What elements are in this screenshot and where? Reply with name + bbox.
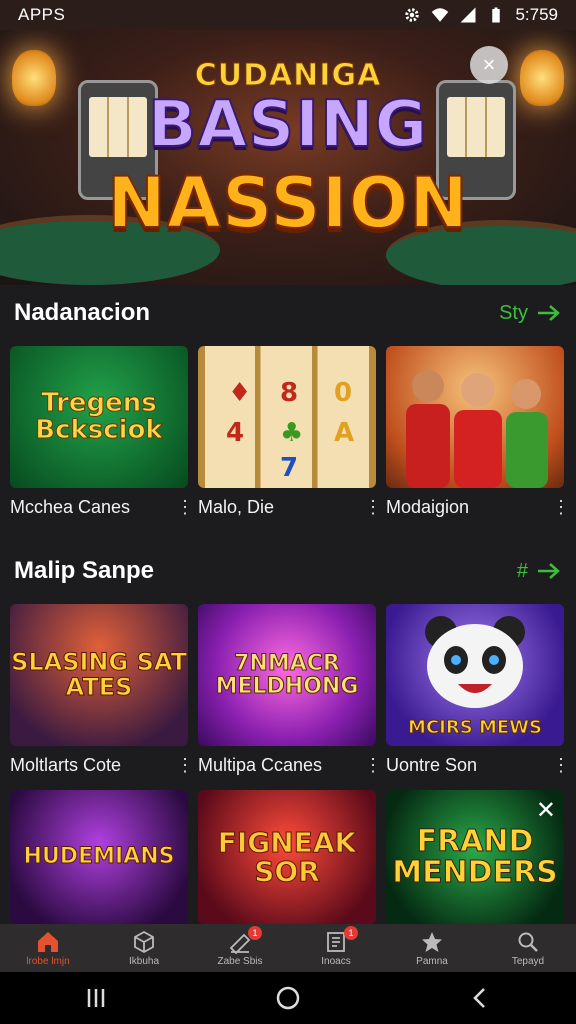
players-image bbox=[406, 370, 548, 488]
nav-label: Tepayd bbox=[511, 955, 545, 967]
game-art-title: MCIRS MEWS bbox=[408, 717, 543, 739]
status-bar: APPS 5:759 bbox=[0, 0, 576, 30]
game-name: Moltlarts Cote bbox=[10, 754, 122, 775]
game-name: Malo, Die bbox=[198, 496, 275, 517]
game-thumbnail[interactable]: HUDEMIANS bbox=[10, 790, 188, 924]
game-card[interactable]: Tregens Bcksciok Mcchea Canes ⋮ bbox=[10, 346, 194, 518]
game-row: HUDEMIANS FIGNEAK SOR FRAND MENDERS ✕ bbox=[10, 790, 566, 924]
nav-item-tickets[interactable]: 1 Zabe Sbis bbox=[192, 925, 288, 967]
game-art-title: SLASING SAT ATES bbox=[11, 647, 188, 701]
clock: 5:759 bbox=[515, 5, 558, 24]
more-options-icon[interactable]: ⋮ bbox=[364, 755, 382, 776]
game-art-title: HUDEMIANS bbox=[23, 844, 175, 870]
nav-item-documents[interactable]: 1 Inoacs bbox=[288, 925, 384, 967]
more-options-icon[interactable]: ⋮ bbox=[552, 497, 570, 518]
game-row: Tregens Bcksciok Mcchea Canes ⋮ ♦ 8 0 4 … bbox=[10, 346, 570, 518]
game-card[interactable]: HUDEMIANS bbox=[10, 790, 188, 924]
game-art-title: FRAND MENDERS bbox=[392, 823, 559, 890]
svg-text:7: 7 bbox=[280, 453, 298, 483]
game-thumbnail[interactable]: FIGNEAK SOR bbox=[198, 790, 376, 924]
section-title: Nadanacion bbox=[14, 299, 151, 326]
see-more-link[interactable]: Sty bbox=[499, 302, 562, 325]
close-icon: × bbox=[482, 52, 496, 77]
game-thumbnail[interactable]: MCIRS MEWS bbox=[386, 604, 564, 746]
game-card[interactable]: SLASING SAT ATES Moltlarts Cote ⋮ bbox=[10, 604, 194, 776]
arrow-right-icon bbox=[538, 563, 560, 579]
recent-apps-icon[interactable] bbox=[84, 986, 108, 1010]
game-card[interactable]: FIGNEAK SOR bbox=[198, 790, 376, 924]
see-more-link[interactable]: # bbox=[517, 560, 562, 583]
svg-text:0: 0 bbox=[334, 378, 352, 408]
svg-text:♣: ♣ bbox=[280, 418, 303, 448]
cube-icon bbox=[134, 930, 154, 953]
nav-label: Inoacs bbox=[321, 955, 351, 967]
star-icon bbox=[422, 931, 442, 952]
see-more-label: # bbox=[516, 559, 528, 582]
see-more-label: Sty bbox=[499, 301, 528, 324]
game-thumbnail[interactable]: ♦ 8 0 4 ♣ A 7 bbox=[198, 346, 376, 488]
svg-text:♦: ♦ bbox=[228, 378, 251, 408]
nav-item-home[interactable]: lrobe lmjn bbox=[0, 930, 96, 967]
more-options-icon[interactable]: ⋮ bbox=[364, 497, 382, 518]
search-icon bbox=[518, 932, 538, 952]
section-header: Nadanacion Sty bbox=[14, 298, 562, 328]
game-thumbnail[interactable] bbox=[386, 346, 564, 488]
hero-banner[interactable]: CUDANIGA BASING NASSION × bbox=[0, 30, 576, 285]
game-name: Mcchea Canes bbox=[10, 496, 131, 517]
home-icon bbox=[38, 931, 58, 952]
close-banner-button[interactable]: × bbox=[470, 46, 508, 84]
signal-icon bbox=[460, 7, 476, 23]
nav-item-search[interactable]: Tepayd bbox=[480, 930, 576, 967]
more-options-icon[interactable]: ⋮ bbox=[176, 497, 194, 518]
close-icon[interactable]: ✕ bbox=[536, 796, 556, 825]
notification-badge: 1 bbox=[344, 925, 358, 940]
game-card[interactable]: Modaigion ⋮ bbox=[386, 346, 570, 518]
game-name: Multipa Ccanes bbox=[198, 754, 323, 775]
nav-item-games[interactable]: Ikbuha bbox=[96, 930, 192, 967]
battery-icon bbox=[492, 7, 501, 23]
game-name: Uontre Son bbox=[386, 754, 478, 775]
game-row: SLASING SAT ATES Moltlarts Cote ⋮ 7NMACR… bbox=[10, 604, 570, 776]
nav-label: lrobe lmjn bbox=[26, 955, 70, 967]
bottom-navigation: lrobe lmjn Ikbuha 1 Zabe Sbis 1 Inoacs P… bbox=[0, 924, 576, 972]
slot-reels-image: ♦ 8 0 4 ♣ A 7 bbox=[226, 378, 354, 483]
game-thumbnail[interactable]: Tregens Bcksciok bbox=[10, 346, 188, 488]
game-art-title: 7NMACR MELDHONG bbox=[215, 650, 359, 699]
hero-title-line2: BASING bbox=[147, 87, 429, 163]
arrow-right-icon bbox=[538, 305, 560, 321]
hero-title-line3: NASSION bbox=[106, 161, 469, 245]
game-art-title: Tregens Bcksciok bbox=[35, 387, 163, 445]
svg-text:4: 4 bbox=[226, 418, 244, 448]
back-icon[interactable] bbox=[468, 986, 492, 1010]
settings-icon bbox=[405, 8, 420, 22]
game-card[interactable]: MCIRS MEWS Uontre Son ⋮ bbox=[386, 604, 570, 776]
nav-label: Ikbuha bbox=[128, 955, 160, 967]
game-thumbnail[interactable]: SLASING SAT ATES bbox=[10, 604, 188, 746]
nav-label: Pamna bbox=[416, 955, 448, 967]
more-options-icon[interactable]: ⋮ bbox=[552, 755, 570, 776]
game-thumbnail[interactable]: 7NMACR MELDHONG bbox=[198, 604, 376, 746]
more-options-icon[interactable]: ⋮ bbox=[176, 755, 194, 776]
section-header: Malip Sanpe # bbox=[14, 556, 562, 586]
system-navigation-bar bbox=[0, 972, 576, 1024]
nav-label: Zabe Sbis bbox=[217, 955, 263, 967]
notification-badge: 1 bbox=[248, 925, 262, 940]
game-card[interactable]: 7NMACR MELDHONG Multipa Ccanes ⋮ bbox=[198, 604, 382, 776]
wifi-icon bbox=[432, 8, 449, 22]
section-title: Malip Sanpe bbox=[14, 557, 155, 584]
game-card[interactable]: ♦ 8 0 4 ♣ A 7 Malo, Die ⋮ bbox=[198, 346, 382, 518]
svg-text:A: A bbox=[334, 418, 354, 448]
carrier-label: APPS bbox=[18, 5, 66, 24]
svg-text:8: 8 bbox=[280, 378, 298, 408]
game-art-title: FIGNEAK SOR bbox=[217, 825, 357, 888]
game-card[interactable]: FRAND MENDERS ✕ bbox=[386, 790, 564, 924]
game-name: Modaigion bbox=[386, 496, 470, 517]
home-button-icon[interactable] bbox=[275, 985, 301, 1011]
nav-item-favorites[interactable]: Pamna bbox=[384, 930, 480, 967]
